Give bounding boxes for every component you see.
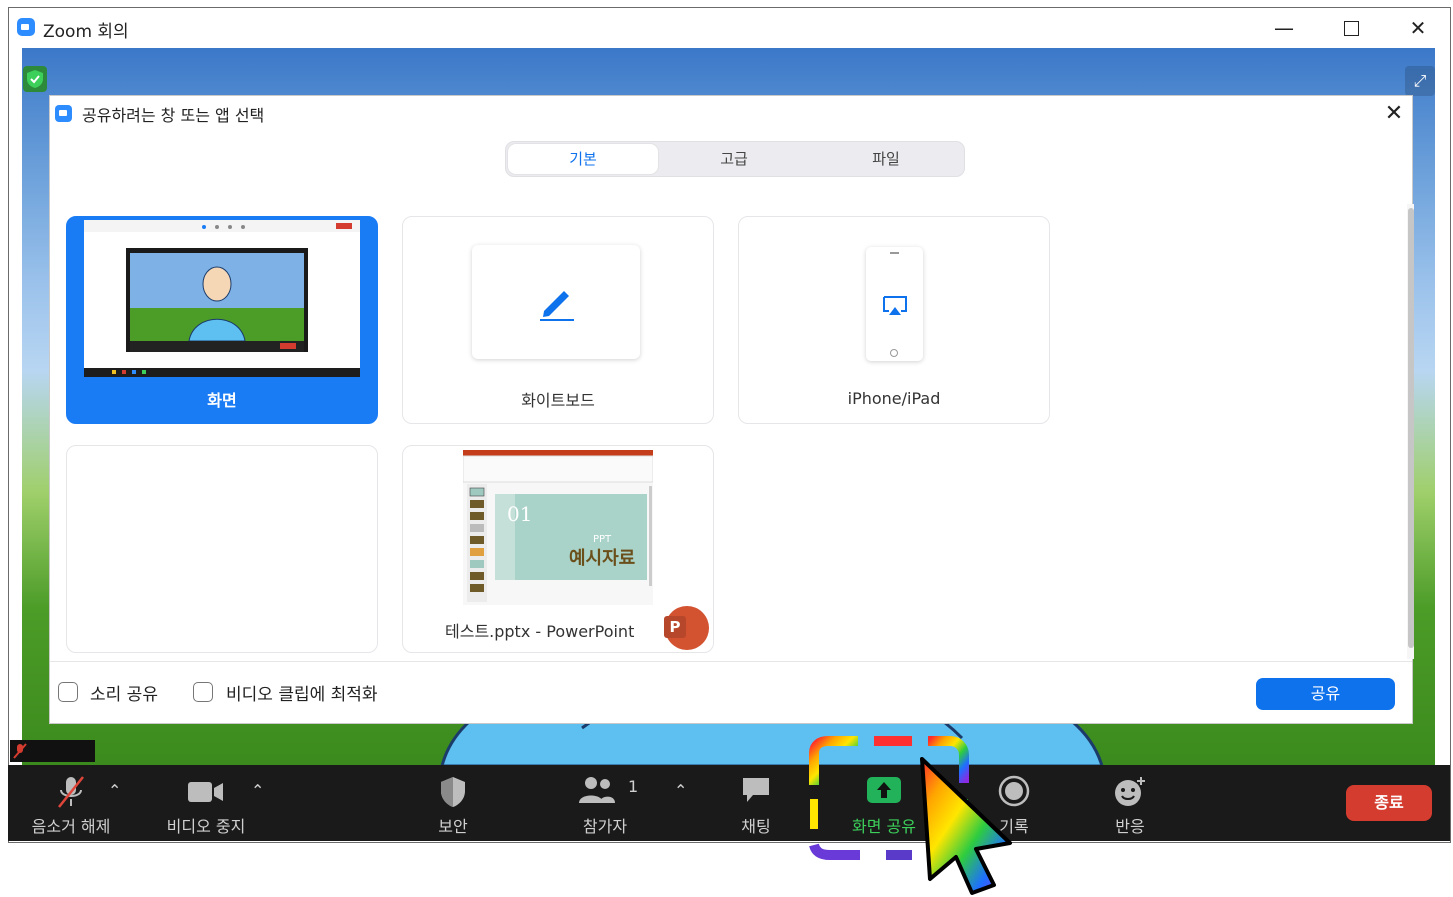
tab-advanced[interactable]: 고급 — [659, 144, 809, 174]
share-options-grid: 화면 화이트보드 iPhone/iPad 01 PPT 예시자료 테스트.ppt… — [50, 204, 1412, 654]
muted-name-tag — [10, 740, 95, 762]
unmute-label: 음소거 해제 — [31, 817, 111, 836]
airplay-icon — [883, 296, 907, 315]
phone-preview — [866, 247, 923, 361]
emoji-reaction-icon — [1115, 777, 1145, 806]
participants-button[interactable]: 1 참가자 — [568, 765, 642, 841]
security-label: 보안 — [438, 817, 468, 836]
tab-files[interactable]: 파일 — [811, 144, 961, 174]
share-item-label: iPhone/iPad — [847, 389, 941, 408]
unmute-button[interactable]: 음소거 해제 — [18, 765, 124, 841]
participants-label: 참가자 — [582, 817, 628, 836]
share-item-label: 화이트보드 — [521, 391, 595, 410]
share-dialog: 공유하려는 창 또는 앱 선택 ✕ 기본 고급 파일 화면 화이트보드 iPho… — [49, 95, 1414, 724]
meeting-toolbar: 음소거 해제 ⌃ 비디오 중지 ⌃ 보안 1 참가자 ⌃ 채팅 화면 공유 기록… — [8, 765, 1450, 841]
optimize-video-label: 비디오 클립에 최적화 — [226, 685, 378, 705]
video-options-caret-icon[interactable]: ⌃ — [251, 781, 264, 800]
share-sound-label: 소리 공유 — [90, 685, 158, 705]
audio-options-caret-icon[interactable]: ⌃ — [108, 781, 121, 800]
minimize-button[interactable]: — — [1264, 12, 1304, 44]
powerpoint-app-icon: P — [664, 606, 709, 650]
participants-icon — [579, 777, 615, 803]
share-tabs: 기본 고급 파일 — [505, 141, 965, 177]
share-sound-checkbox[interactable] — [58, 682, 78, 702]
share-item-screen[interactable]: 화면 — [66, 216, 378, 424]
chat-label: 채팅 — [741, 817, 771, 836]
stop-video-label: 비디오 중지 — [166, 817, 246, 836]
maximize-icon — [1343, 21, 1359, 36]
chat-bubble-icon — [743, 778, 769, 802]
video-camera-icon — [188, 782, 223, 802]
powerpoint-thumbnail — [463, 450, 653, 605]
share-button[interactable]: 공유 — [1256, 678, 1395, 710]
optimize-video-checkbox[interactable] — [193, 682, 213, 702]
share-item-label: 화면 — [207, 391, 237, 410]
tab-basic[interactable]: 기본 — [508, 144, 658, 174]
chat-button[interactable]: 채팅 — [723, 765, 789, 841]
highlight-annotation — [809, 736, 1012, 895]
maximize-button[interactable] — [1331, 12, 1371, 44]
whiteboard-preview — [472, 245, 640, 359]
share-item-iphone-ipad[interactable]: iPhone/iPad — [738, 216, 1050, 424]
share-item-whiteboard[interactable]: 화이트보드 — [402, 216, 714, 424]
slide-number: 01 — [507, 502, 533, 526]
close-window-button[interactable]: ✕ — [1398, 12, 1438, 44]
pencil-icon — [540, 291, 574, 321]
end-meeting-button[interactable]: 종료 — [1346, 785, 1432, 821]
reactions-label: 반응 — [1115, 817, 1145, 836]
zoom-dialog-icon — [55, 105, 72, 122]
zoom-app-icon — [17, 18, 35, 36]
dialog-title: 공유하려는 창 또는 앱 선택 — [82, 106, 265, 125]
screen-thumbnail — [84, 220, 360, 377]
encryption-shield-icon[interactable] — [23, 66, 47, 92]
muted-mic-icon — [13, 743, 27, 759]
zoom-window: Zoom 회의 — ✕ ⤢ 공유하려는 창 또는 앱 선택 ✕ 기본 고급 파일 — [8, 7, 1451, 843]
scrollbar-thumb[interactable] — [1408, 208, 1414, 648]
window-title: Zoom 회의 — [43, 22, 129, 42]
share-item-powerpoint[interactable]: 01 PPT 예시자료 테스트.pptx - PowerPoint P — [402, 445, 714, 653]
slide-title: 예시자료 — [569, 548, 636, 569]
share-item-empty[interactable] — [66, 445, 378, 653]
fullscreen-icon[interactable]: ⤢ — [1405, 66, 1435, 96]
security-button[interactable]: 보안 — [418, 765, 488, 841]
participants-options-caret-icon[interactable]: ⌃ — [674, 781, 687, 800]
close-dialog-button[interactable]: ✕ — [1380, 100, 1408, 128]
reactions-button[interactable]: 반응 — [1100, 765, 1160, 841]
muted-microphone-icon — [58, 776, 84, 808]
participant-count: 1 — [628, 777, 639, 796]
stop-video-button[interactable]: 비디오 중지 — [156, 765, 256, 841]
shield-icon — [441, 777, 465, 807]
dialog-footer: 소리 공유 비디오 클립에 최적화 공유 — [50, 661, 1412, 724]
share-item-label: 테스트.pptx - PowerPoint — [445, 622, 635, 641]
title-bar: Zoom 회의 — ✕ — [9, 8, 1450, 48]
